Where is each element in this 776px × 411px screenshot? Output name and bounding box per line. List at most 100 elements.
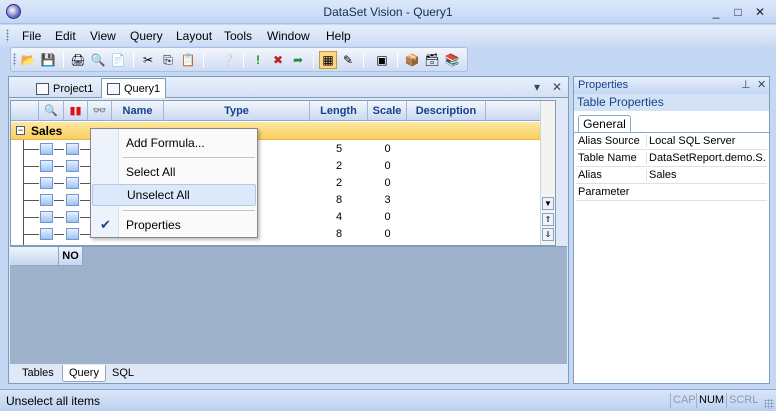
cell-scale: 0 xyxy=(384,160,391,172)
menu-view[interactable]: View xyxy=(90,29,116,43)
cut-icon[interactable]: ✂ xyxy=(139,51,157,69)
menu-grip-icon[interactable] xyxy=(6,29,9,42)
property-row[interactable]: Parameter xyxy=(576,184,767,201)
menu-window[interactable]: Window xyxy=(267,29,310,43)
run-icon[interactable]: ! xyxy=(249,51,267,69)
toolbar-grip-icon[interactable] xyxy=(13,53,16,66)
design-view-icon[interactable]: ▦ xyxy=(319,51,337,69)
tab-list-dropdown-icon[interactable]: ▾ xyxy=(534,80,540,94)
property-name: Alias Source xyxy=(578,135,640,147)
property-value[interactable]: Sales xyxy=(646,169,766,181)
tab-general[interactable]: General xyxy=(578,115,631,133)
toolbar-separator xyxy=(63,52,64,68)
menu-query[interactable]: Query xyxy=(130,29,163,43)
sort-checkbox[interactable] xyxy=(66,228,79,240)
query-builder-icon[interactable]: 🗃 xyxy=(423,51,441,69)
export-icon[interactable]: ➦ xyxy=(289,51,307,69)
close-panel-icon[interactable]: ✕ xyxy=(757,78,766,91)
print-icon[interactable]: 🖨 xyxy=(69,51,87,69)
dataset-icon[interactable]: 📚 xyxy=(443,51,461,69)
sort-column-icon[interactable]: ▮▮ xyxy=(64,101,88,121)
menu-layout[interactable]: Layout xyxy=(176,29,212,43)
print-preview-icon[interactable]: 🔍 xyxy=(89,51,107,69)
tab-sql[interactable]: SQL xyxy=(106,365,140,382)
maximize-button[interactable]: □ xyxy=(730,5,746,19)
menu-unselect-all[interactable]: Unselect All xyxy=(92,184,256,206)
menu-tools[interactable]: Tools xyxy=(224,29,252,43)
property-name: Alias xyxy=(578,169,602,181)
property-row[interactable]: Alias Sales xyxy=(576,167,767,184)
select-checkbox[interactable] xyxy=(40,228,53,240)
grid-vertical-scrollbar[interactable]: ▼ ⇑ ⇓ xyxy=(540,101,555,245)
menu-file[interactable]: File xyxy=(22,29,41,43)
context-menu: Add Formula... Select All Unselect All ✔… xyxy=(90,128,258,238)
main-toolbar: 📂 💾 🖨 🔍 📄 ✂ ⎘ 📋 ❔ ! ✖ ➦ ▦ ✎ ▣ 📦 🗃 📚 xyxy=(10,47,468,72)
result-grid-header: NO xyxy=(10,247,83,266)
sort-checkbox[interactable] xyxy=(66,160,79,172)
column-name[interactable]: Name xyxy=(112,101,164,121)
open-folder-icon[interactable]: 📂 xyxy=(19,51,37,69)
menu-properties[interactable]: Properties xyxy=(92,214,256,236)
window-layout-icon[interactable]: ▣ xyxy=(373,51,391,69)
grid-header: 🔍 ▮▮ 👓 Name Type Length Scale Descriptio… xyxy=(11,101,555,121)
property-row[interactable]: Alias Source Local SQL Server xyxy=(576,133,767,150)
title-bar: DataSet Vision - Query1 _ □ ✕ xyxy=(0,0,776,24)
column-type[interactable]: Type xyxy=(164,101,310,121)
toolbar-separator xyxy=(313,52,314,68)
pin-icon[interactable]: ⊥ xyxy=(741,78,751,91)
menu-help[interactable]: Help xyxy=(326,29,351,43)
stop-icon[interactable]: ✖ xyxy=(269,51,287,69)
toolbar-separator xyxy=(203,52,204,68)
tab-query[interactable]: Query xyxy=(62,365,106,382)
tab-project1-label: Project1 xyxy=(53,82,94,95)
minimize-button[interactable]: _ xyxy=(708,5,724,19)
sort-checkbox[interactable] xyxy=(66,194,79,206)
collapse-icon[interactable]: − xyxy=(16,126,25,135)
property-value[interactable]: Local SQL Server xyxy=(646,135,766,147)
close-button[interactable]: ✕ xyxy=(752,5,768,19)
help-icon[interactable]: ❔ xyxy=(219,51,237,69)
menu-select-all[interactable]: Select All xyxy=(92,161,256,183)
tab-tables[interactable]: Tables xyxy=(16,365,60,382)
visibility-column-icon[interactable]: 👓 xyxy=(88,101,112,121)
column-no[interactable]: NO xyxy=(58,247,82,266)
status-bar: Unselect all items CAP NUM SCRL xyxy=(0,389,776,411)
sort-checkbox[interactable] xyxy=(66,143,79,155)
column-description[interactable]: Description xyxy=(407,101,486,121)
menu-edit[interactable]: Edit xyxy=(55,29,76,43)
cell-scale: 0 xyxy=(384,143,391,155)
scroll-down-icon[interactable]: ▼ xyxy=(542,197,554,210)
cell-length: 8 xyxy=(335,194,343,206)
scroll-page-down-icon[interactable]: ⇓ xyxy=(542,228,554,241)
cell-length: 5 xyxy=(335,143,343,155)
select-checkbox[interactable] xyxy=(40,160,53,172)
scroll-lock-indicator: SCRL xyxy=(726,393,760,408)
select-checkbox[interactable] xyxy=(40,177,53,189)
select-checkbox[interactable] xyxy=(40,194,53,206)
tab-project1[interactable]: Project1 xyxy=(31,79,98,98)
document-tab-strip: Project1 Query1 ▾ ✕ xyxy=(9,77,568,98)
caps-lock-indicator: CAP xyxy=(670,393,698,408)
paste-icon[interactable]: 📋 xyxy=(179,51,197,69)
scroll-page-up-icon[interactable]: ⇑ xyxy=(542,213,554,226)
cell-length: 4 xyxy=(335,211,343,223)
pdf-export-icon[interactable]: 📄 xyxy=(109,51,127,69)
column-scale[interactable]: Scale xyxy=(368,101,407,121)
sort-checkbox[interactable] xyxy=(66,211,79,223)
status-message: Unselect all items xyxy=(6,394,101,408)
select-checkbox[interactable] xyxy=(40,211,53,223)
sort-checkbox[interactable] xyxy=(66,177,79,189)
property-row[interactable]: Table Name DataSetReport.demo.S... xyxy=(576,150,767,167)
select-checkbox[interactable] xyxy=(40,143,53,155)
column-length[interactable]: Length xyxy=(310,101,368,121)
property-value[interactable]: DataSetReport.demo.S... xyxy=(646,152,766,164)
copy-icon[interactable]: ⎘ xyxy=(159,51,177,69)
tab-query1[interactable]: Query1 xyxy=(101,78,167,98)
save-icon[interactable]: 💾 xyxy=(39,51,57,69)
add-table-icon[interactable]: 📦 xyxy=(403,51,421,69)
edit-view-icon[interactable]: ✎ xyxy=(339,51,357,69)
resize-grip-icon[interactable] xyxy=(764,399,774,409)
close-document-icon[interactable]: ✕ xyxy=(552,80,562,94)
menu-add-formula[interactable]: Add Formula... xyxy=(92,132,256,154)
search-column-icon[interactable]: 🔍 xyxy=(39,101,64,121)
